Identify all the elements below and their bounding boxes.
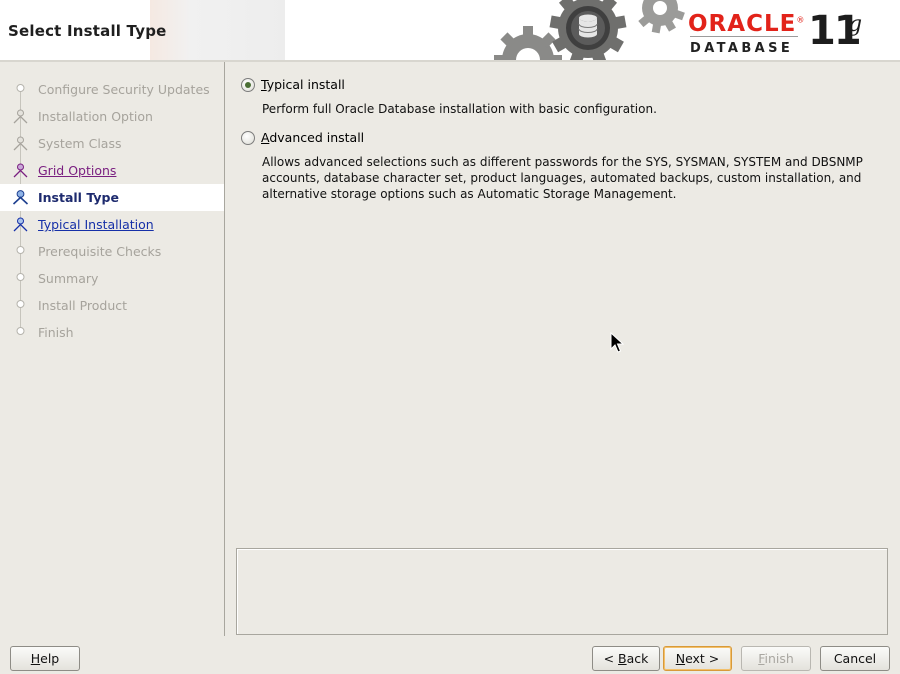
step-label: Install Type	[38, 190, 119, 205]
help-button[interactable]: Help	[10, 646, 80, 671]
step-installation-option: Installation Option	[0, 103, 224, 130]
step-label: System Class	[38, 136, 122, 151]
step-label: Install Product	[38, 298, 128, 313]
version-suffix: g	[848, 12, 863, 37]
step-grid-options[interactable]: Grid Options	[0, 157, 224, 184]
step-pending-icon	[16, 300, 25, 308]
step-visited-person-icon	[13, 163, 28, 178]
step-label: Installation Option	[38, 109, 153, 124]
step-current-person-icon	[12, 190, 29, 205]
step-install-product: Install Product	[0, 292, 224, 319]
database-logo-text: DATABASE	[690, 41, 794, 56]
step-pending-icon	[16, 246, 25, 254]
header-gradient	[150, 0, 285, 60]
step-pending-icon	[16, 84, 25, 92]
next-button[interactable]: Next >	[663, 646, 732, 671]
steps-sidebar: Configure Security Updates Installation …	[0, 62, 224, 636]
sidebar-divider	[224, 62, 225, 636]
typical-install-label[interactable]: Typical install	[261, 77, 345, 92]
radio-unselected-icon[interactable]	[241, 131, 255, 145]
advanced-install-label[interactable]: Advanced install	[261, 130, 364, 145]
finish-button: Finish	[741, 646, 811, 671]
step-prerequisite-checks: Prerequisite Checks	[0, 238, 224, 265]
step-install-type: Install Type	[0, 184, 224, 211]
step-link-label[interactable]: Grid Options	[38, 163, 116, 178]
step-label: Configure Security Updates	[38, 82, 210, 97]
message-panel	[236, 548, 888, 635]
step-pending-icon	[16, 273, 25, 281]
cancel-button[interactable]: Cancel	[820, 646, 890, 671]
logo-rule	[690, 36, 798, 37]
step-typical-installation[interactable]: Typical Installation	[0, 211, 224, 238]
gears-icon	[494, 0, 685, 62]
page-title: Select Install Type	[8, 22, 167, 40]
radio-selected-icon[interactable]	[241, 78, 255, 92]
step-label: Prerequisite Checks	[38, 244, 162, 259]
step-link-person-icon	[13, 217, 28, 232]
header-banner: Select Install Type ORACLE® DATABASE 11 …	[0, 0, 900, 62]
advanced-install-description: Allows advanced selections such as diffe…	[262, 155, 863, 201]
step-configure-security-updates: Configure Security Updates	[0, 76, 224, 103]
step-label: Finish	[38, 325, 74, 340]
step-done-person-icon	[13, 109, 28, 124]
step-done-person-icon	[13, 136, 28, 151]
step-link-label[interactable]: Typical Installation	[38, 217, 154, 232]
step-label: Summary	[38, 271, 99, 286]
step-finish: Finish	[0, 319, 224, 346]
oracle-logo: ORACLE®	[688, 11, 806, 37]
step-summary: Summary	[0, 265, 224, 292]
step-system-class: System Class	[0, 130, 224, 157]
mouse-cursor-icon	[610, 332, 624, 353]
back-button[interactable]: < Back	[592, 646, 660, 671]
typical-install-description: Perform full Oracle Database installatio…	[262, 102, 657, 116]
step-pending-icon	[16, 327, 25, 335]
